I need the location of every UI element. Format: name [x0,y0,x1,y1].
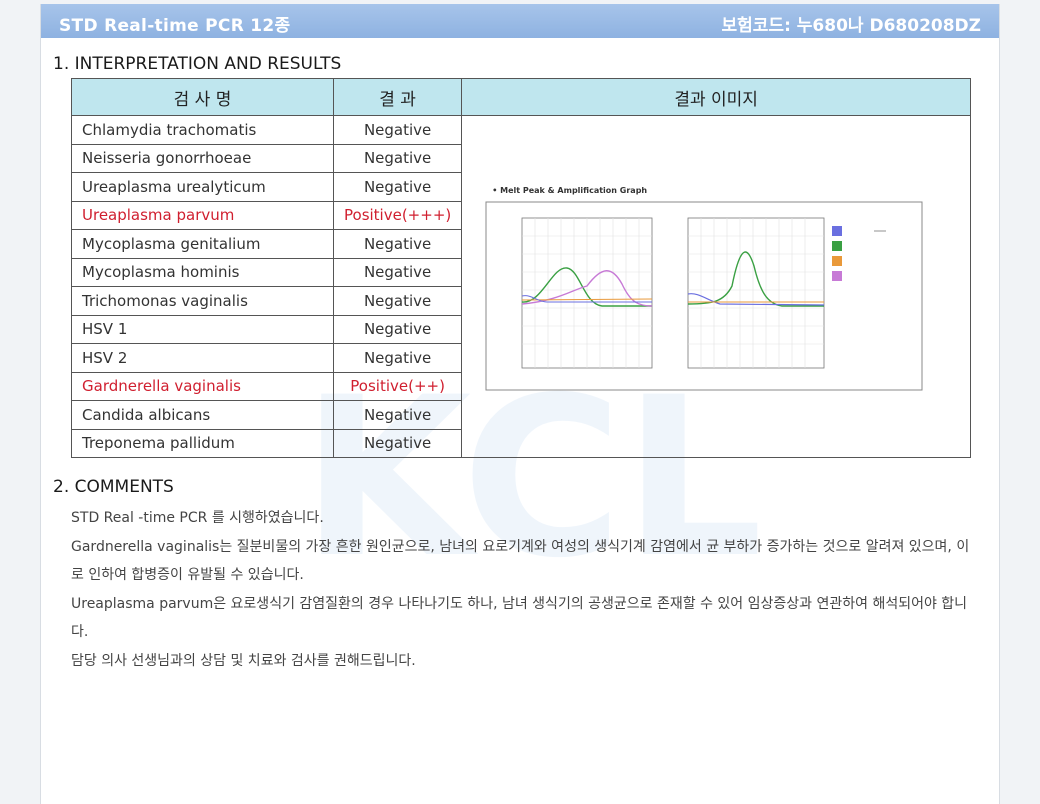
test-result: Negative [332,314,463,344]
test-name: HSV 1 [71,314,334,344]
section-title-results: 1. INTERPRETATION AND RESULTS [53,54,342,74]
table-header-row: 검 사 명 결 과 결과 이미지 [71,78,971,116]
test-result: Positive(+++) [332,200,463,230]
results-table: 검 사 명 결 과 결과 이미지 Chlamydia trachomatis N… [71,78,971,458]
comment-line: STD Real -time PCR 를 시행하였습니다. [71,510,324,526]
table-row: Chlamydia trachomatis Negative • Melt Pe… [71,115,971,458]
test-name: Ureaplasma parvum [71,200,334,230]
melt-amplification-graph [485,201,923,391]
test-name: Ureaplasma urealyticum [71,172,334,202]
header-test-name: 검 사 명 [71,78,334,116]
test-name: Candida albicans [71,400,334,430]
left-plot [521,217,653,369]
comments-block: STD Real -time PCR 를 시행하였습니다. Gardnerell… [71,504,971,675]
report-title: STD Real-time PCR 12종 [59,16,291,36]
report-page: KCL STD Real-time PCR 12종 보험코드: 누680나 D6… [40,4,1000,804]
report-header: STD Real-time PCR 12종 보험코드: 누680나 D68020… [41,4,999,38]
test-result: Positive(++) [332,371,463,401]
test-result: Negative [332,143,463,173]
test-name: Gardnerella vaginalis [71,371,334,401]
test-name: Trichomonas vaginalis [71,286,334,316]
test-result: Negative [332,286,463,316]
test-name: Chlamydia trachomatis [71,115,334,145]
test-result: Negative [332,343,463,373]
section-title-comments: 2. COMMENTS [53,477,174,497]
test-result: Negative [332,229,463,259]
header-result-image: 결과 이미지 [461,78,971,116]
test-name: Neisseria gonorrhoeae [71,143,334,173]
comment-line: Gardnerella vaginalis는 질분비물의 가장 흔한 원인균으로… [71,538,970,584]
test-name: Mycoplasma genitalium [71,229,334,259]
test-name: Mycoplasma hominis [71,257,334,287]
result-graph: • Melt Peak & Amplification Graph [462,116,938,456]
test-result: Negative [332,428,463,458]
comment-line: 담당 의사 선생님과의 상담 및 치료와 검사를 권해드립니다. [71,652,416,669]
insurance-code: 보험코드: 누680나 D680208DZ [721,16,981,36]
comment-line: Ureaplasma parvum은 요로생식기 감염질환의 경우 나타나기도 … [71,595,968,641]
test-result: Negative [332,400,463,430]
test-name: Treponema pallidum [71,428,334,458]
test-name: HSV 2 [71,343,334,373]
result-image-cell: • Melt Peak & Amplification Graph [461,115,971,458]
test-result: Negative [332,172,463,202]
header-result: 결 과 [332,78,463,116]
test-result: Negative [332,115,463,145]
graph-legend [832,226,887,281]
right-plot [687,217,825,369]
test-result: Negative [332,257,463,287]
